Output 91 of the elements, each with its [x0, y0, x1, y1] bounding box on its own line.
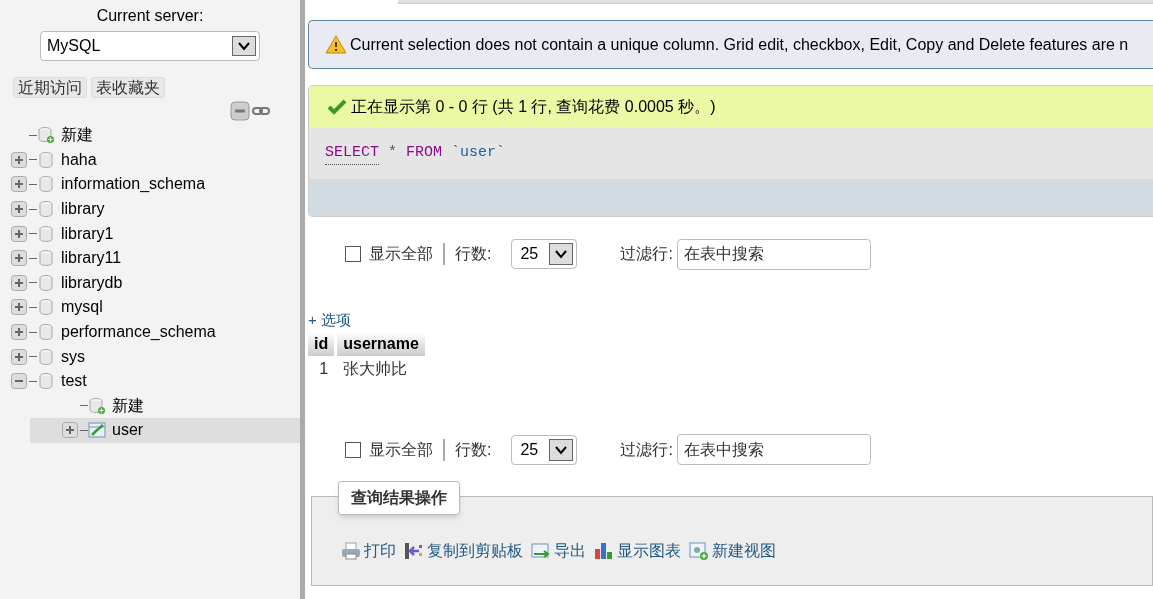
checkmark-icon: [327, 99, 347, 115]
tree-item[interactable]: sys: [0, 344, 300, 369]
filter-label: 过滤行:: [620, 439, 673, 460]
database-icon: [37, 200, 55, 219]
tree-label: information_schema: [61, 174, 206, 195]
tree-label: 新建: [112, 395, 144, 416]
rows-label: 行数:: [455, 244, 492, 264]
table-edit-icon: [88, 422, 106, 439]
dropdown-icon: [549, 243, 574, 265]
checkbox[interactable]: [345, 441, 361, 458]
filter-label: 过滤行:: [620, 244, 673, 264]
tree-item[interactable]: librarydb: [0, 270, 300, 296]
checkbox-label: 显示全部: [369, 439, 433, 460]
tree-label: librarydb: [61, 272, 123, 293]
database-icon: [37, 249, 55, 268]
tree-item[interactable]: library11: [0, 245, 300, 271]
tree-label: haha: [61, 149, 97, 170]
expand-icon[interactable]: [11, 201, 27, 218]
action-link[interactable]: 打印: [341, 538, 396, 563]
tree-item[interactable]: 新建: [30, 393, 300, 419]
server-select[interactable]: MySQL: [40, 31, 260, 61]
tree-item[interactable]: user: [30, 418, 300, 443]
expand-icon[interactable]: [11, 274, 27, 291]
panel-legend: 查询结果操作: [338, 480, 460, 515]
checkbox-label: 显示全部: [369, 244, 433, 264]
checkbox[interactable]: [345, 246, 361, 262]
tree-item[interactable]: performance_schema: [0, 319, 300, 345]
tree-label: test: [61, 371, 87, 392]
tree-label: 新建: [61, 125, 93, 146]
rows-select[interactable]: 25: [511, 239, 578, 269]
filter-field[interactable]: 在表中搜索: [676, 434, 871, 465]
database-add-icon: [37, 126, 55, 145]
tree-label: performance_schema: [61, 322, 216, 343]
bar-chart-icon: [594, 541, 614, 560]
filter-field[interactable]: 在表中搜索: [676, 238, 871, 270]
tree-label: library1: [61, 223, 114, 244]
dropdown-icon: [232, 36, 256, 56]
export-icon: [531, 541, 551, 560]
database-icon: [37, 298, 55, 317]
sidebar-tab-button[interactable]: 表收藏夹: [91, 77, 165, 98]
expand-icon[interactable]: [11, 176, 27, 193]
column-header[interactable]: username: [337, 331, 425, 356]
tree-label: sys: [61, 346, 85, 367]
expand-icon[interactable]: [11, 225, 27, 242]
column-header[interactable]: id: [308, 331, 335, 356]
new-view-icon: [689, 541, 709, 560]
tree-label: library: [61, 199, 105, 220]
database-icon: [37, 273, 55, 292]
tree-item[interactable]: library: [0, 196, 300, 222]
warning-message: Current selection does not contain a unique column. Grid edit, checkbox, Edit, Copy and Delete features are n: [308, 20, 1153, 69]
tree-label: user: [112, 420, 144, 441]
database-icon: [37, 175, 55, 194]
collapse-all-icon[interactable]: [230, 101, 250, 121]
table-cell-text: 张大帅比: [342, 358, 409, 379]
action-link[interactable]: 复制到剪贴板: [404, 538, 523, 563]
rows-label: 行数:: [455, 439, 492, 460]
database-icon: [37, 150, 55, 169]
sql-query: SELECT * FROM `user`: [309, 128, 1153, 179]
printer-icon: [341, 541, 361, 560]
tree-item[interactable]: mysql: [0, 295, 300, 320]
action-link[interactable]: 导出: [531, 538, 586, 563]
database-icon: [37, 224, 55, 243]
collapse-icon[interactable]: [11, 373, 27, 390]
expand-icon[interactable]: [11, 348, 27, 365]
warning-icon: [325, 35, 347, 54]
database-icon: [37, 372, 55, 391]
tree-label: library11: [61, 248, 122, 269]
dropdown-icon: [549, 438, 574, 461]
action-link[interactable]: 新建视图: [689, 538, 776, 563]
expand-icon[interactable]: [11, 250, 27, 267]
tree-item[interactable]: haha: [0, 147, 300, 173]
tree-item[interactable]: 新建: [0, 123, 300, 148]
tree-item[interactable]: library1: [0, 221, 300, 246]
database-add-icon: [88, 396, 106, 415]
success-message: 正在显示第 0 - 0 行 (共 1 行, 查询花费 0.0005 秒。): [309, 86, 1153, 128]
rows-select[interactable]: 25: [511, 434, 578, 465]
table-cell-text: 1: [318, 358, 330, 379]
expand-icon[interactable]: [11, 324, 27, 341]
sidebar-tab-button[interactable]: 近期访问: [13, 77, 87, 98]
tree-label: mysql: [61, 297, 103, 318]
action-link[interactable]: 显示图表: [594, 538, 681, 563]
tree-item[interactable]: test: [0, 368, 300, 394]
options-link[interactable]: + 选项: [308, 309, 351, 332]
server-label: Current server:: [95, 6, 205, 24]
database-icon: [37, 347, 55, 366]
expand-icon[interactable]: [11, 299, 27, 316]
copy-arrow-icon: [404, 541, 424, 560]
tree-item[interactable]: information_schema: [0, 172, 300, 197]
database-icon: [37, 323, 55, 342]
expand-icon[interactable]: [62, 422, 78, 439]
expand-icon[interactable]: [11, 151, 27, 168]
